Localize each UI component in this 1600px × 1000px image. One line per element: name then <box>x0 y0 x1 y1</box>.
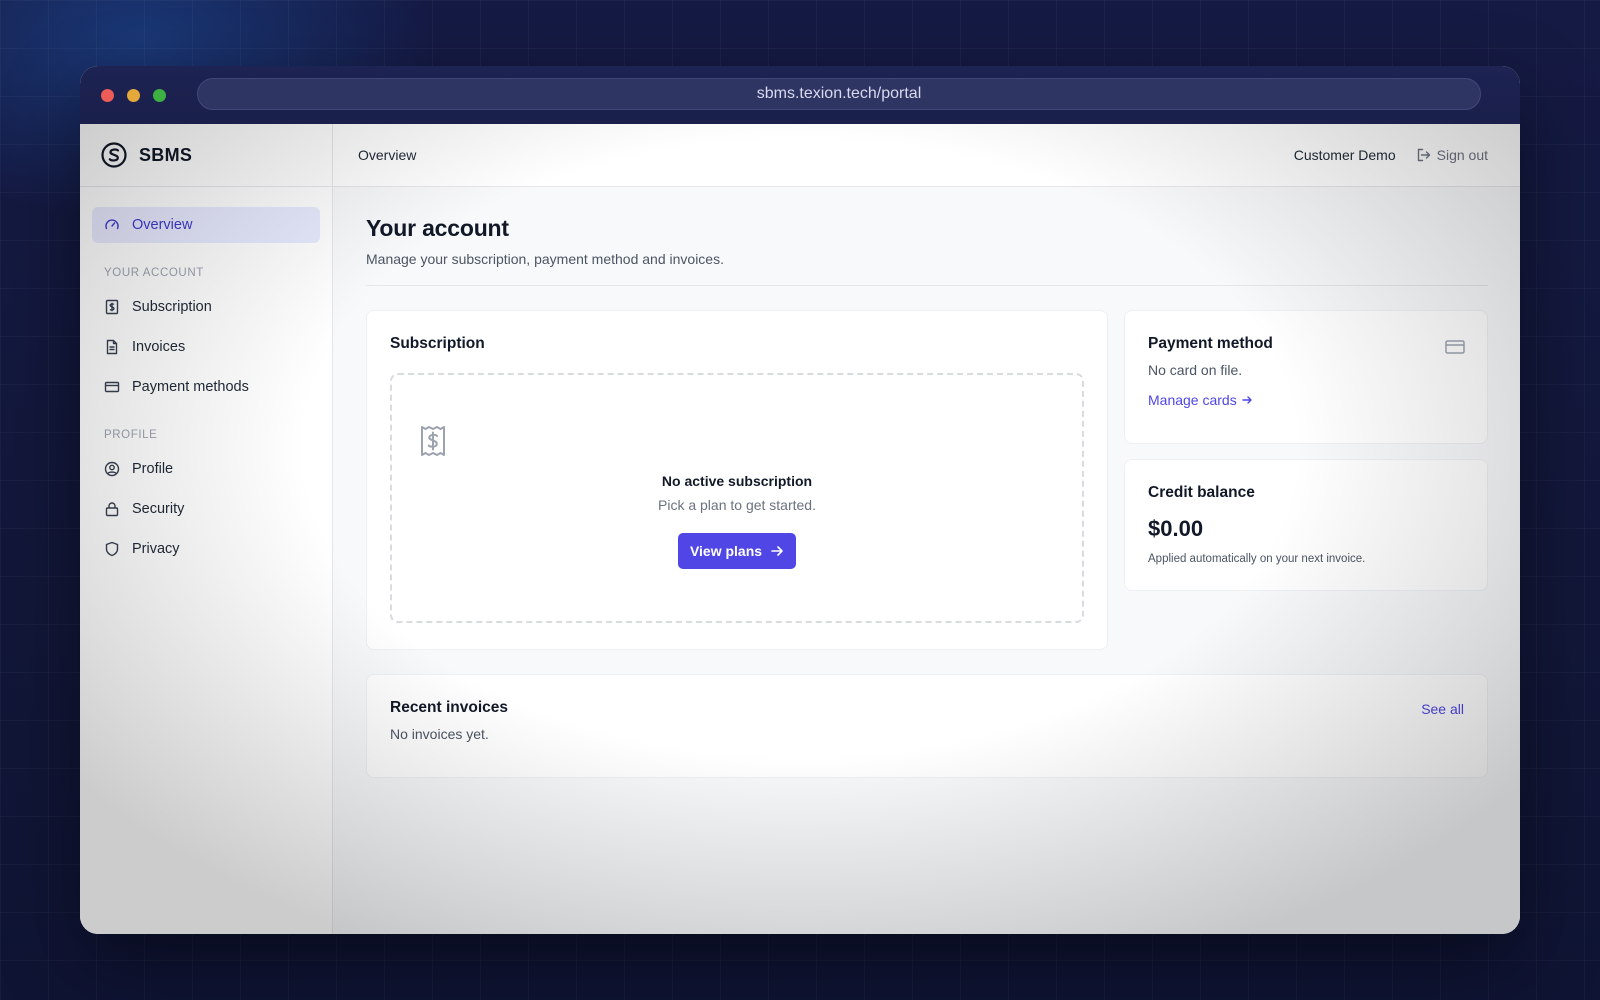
sidebar-nav: Overview YOUR ACCOUNT Subscription Invoi… <box>80 187 332 567</box>
sidebar-item-label: Subscription <box>132 299 212 315</box>
page-subtitle: Manage your subscription, payment method… <box>366 251 724 267</box>
cards-grid: Subscription No active subscription Pick… <box>366 310 1488 650</box>
payment-method-status: No card on file. <box>1148 362 1243 378</box>
empty-state-title: No active subscription <box>661 473 813 489</box>
browser-window: sbms.texion.tech/portal SBMS Overview YO… <box>80 66 1520 934</box>
subscription-title: Subscription <box>390 335 485 352</box>
sidebar-item-label: Invoices <box>132 339 186 355</box>
sidebar-item-label: Security <box>132 501 185 517</box>
sidebar-item-label: Payment methods <box>132 379 249 395</box>
sidebar-item-label: Privacy <box>132 541 180 557</box>
brand-logo-icon <box>101 142 127 168</box>
sign-out-icon <box>1417 148 1430 162</box>
sign-out-button[interactable]: Sign out <box>1416 147 1488 163</box>
credit-card-icon <box>104 381 120 393</box>
credit-card-icon <box>1445 340 1465 354</box>
payment-method-title: Payment method <box>1148 335 1273 352</box>
sidebar-item-profile[interactable]: Profile <box>92 451 320 487</box>
sidebar-section-your-account: YOUR ACCOUNT <box>104 267 204 279</box>
app-shell: SBMS Overview YOUR ACCOUNT Subscription <box>80 124 1520 934</box>
manage-cards-link[interactable]: Manage cards <box>1148 392 1253 408</box>
breadcrumb: Overview <box>358 147 417 163</box>
sign-out-label: Sign out <box>1436 147 1488 163</box>
user-circle-icon <box>104 461 120 477</box>
sidebar-item-overview[interactable]: Overview <box>92 207 320 243</box>
sidebar-item-payment-methods[interactable]: Payment methods <box>92 369 320 405</box>
subscription-empty-state: No active subscription Pick a plan to ge… <box>390 373 1084 623</box>
credit-balance-note: Applied automatically on your next invoi… <box>1148 553 1366 565</box>
recent-invoices-title: Recent invoices <box>390 699 509 716</box>
sidebar-item-subscription[interactable]: Subscription <box>92 289 320 325</box>
sidebar-item-invoices[interactable]: Invoices <box>92 329 320 365</box>
dollar-square-icon <box>105 299 119 315</box>
empty-state-subtitle: Pick a plan to get started. <box>658 497 816 513</box>
manage-cards-label: Manage cards <box>1148 392 1237 408</box>
payment-method-card: Payment method No card on file. Manage c… <box>1124 310 1488 444</box>
side-column: Payment method No card on file. Manage c… <box>1124 310 1488 650</box>
arrow-right-icon <box>1242 396 1252 404</box>
shield-icon <box>105 541 119 557</box>
browser-titlebar: sbms.texion.tech/portal <box>80 66 1520 124</box>
subscription-card: Subscription No active subscription Pick… <box>366 310 1108 650</box>
page-content: Your account Manage your subscription, p… <box>333 187 1520 778</box>
sidebar-section-profile: PROFILE <box>104 429 158 441</box>
sidebar-item-privacy[interactable]: Privacy <box>92 531 320 567</box>
recent-invoices-card: Recent invoices See all No invoices yet. <box>366 674 1488 778</box>
lock-icon <box>105 502 119 517</box>
brand[interactable]: SBMS <box>80 124 332 187</box>
credit-balance-card: Credit balance $0.00 Applied automatical… <box>1124 459 1488 591</box>
page-title: Your account <box>366 215 509 241</box>
maximize-window-button[interactable] <box>153 88 166 102</box>
sidebar: SBMS Overview YOUR ACCOUNT Subscription <box>80 124 333 934</box>
view-plans-button[interactable]: View plans <box>677 533 797 569</box>
view-plans-label: View plans <box>689 543 763 559</box>
invoices-empty-text: No invoices yet. <box>390 726 489 742</box>
minimize-window-button[interactable] <box>127 88 140 102</box>
top-bar: Overview Customer Demo Sign out <box>333 124 1520 187</box>
credit-balance-amount: $0.00 <box>1148 516 1204 541</box>
document-icon <box>106 339 118 355</box>
arrow-right-icon <box>771 546 783 556</box>
brand-name: SBMS <box>139 144 193 165</box>
see-all-link[interactable]: See all <box>1421 701 1464 717</box>
address-bar[interactable]: sbms.texion.tech/portal <box>197 78 1481 110</box>
close-window-button[interactable] <box>101 88 114 102</box>
user-name[interactable]: Customer Demo <box>1294 147 1396 163</box>
credit-balance-title: Credit balance <box>1148 484 1255 501</box>
receipt-dollar-icon <box>421 426 445 456</box>
sidebar-item-label: Profile <box>132 461 174 477</box>
main-area: Overview Customer Demo Sign out Your acc… <box>333 124 1520 934</box>
sidebar-item-label: Overview <box>132 217 193 233</box>
page-divider <box>366 285 1488 286</box>
gauge-icon <box>105 219 119 230</box>
sidebar-item-security[interactable]: Security <box>92 491 320 527</box>
